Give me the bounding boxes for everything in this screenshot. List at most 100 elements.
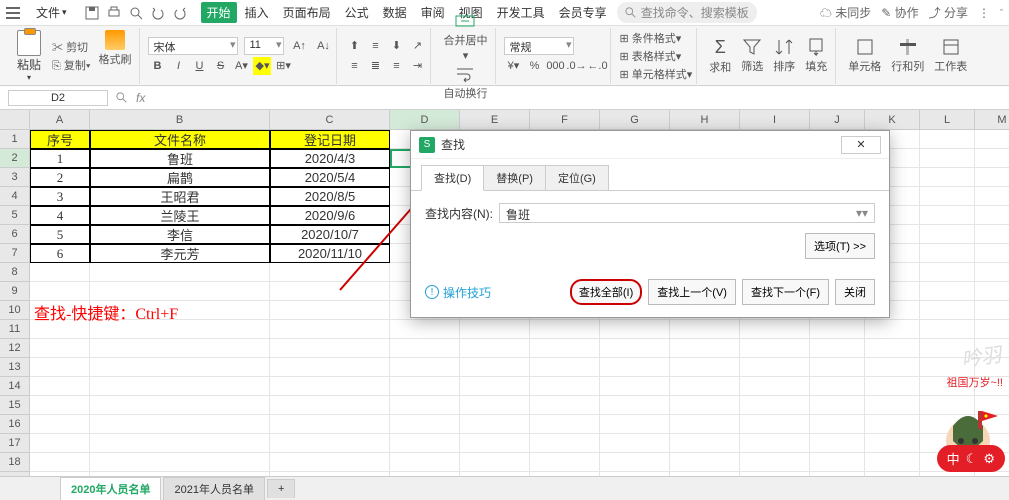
cell-L1[interactable] — [920, 130, 975, 149]
tips-link[interactable]: !操作技巧 — [425, 284, 491, 301]
cell-I18[interactable] — [740, 453, 810, 472]
cell-G16[interactable] — [600, 415, 670, 434]
cell-M5[interactable] — [975, 206, 1009, 225]
cell-B17[interactable] — [90, 434, 270, 453]
cell-J16[interactable] — [810, 415, 865, 434]
row-head-5[interactable]: 5 — [0, 206, 30, 225]
cell-A15[interactable] — [30, 396, 90, 415]
cell-B18[interactable] — [90, 453, 270, 472]
align-top[interactable]: ⬆ — [345, 37, 363, 55]
menu-tab-8[interactable]: 会员专享 — [553, 2, 613, 23]
row-head-14[interactable]: 14 — [0, 377, 30, 396]
cell-C8[interactable] — [270, 263, 390, 282]
cell-J18[interactable] — [810, 453, 865, 472]
cell-A7[interactable]: 6 — [30, 244, 90, 263]
cell-A17[interactable] — [30, 434, 90, 453]
cell-C12[interactable] — [270, 339, 390, 358]
cell-D18[interactable] — [390, 453, 460, 472]
cell-C9[interactable] — [270, 282, 390, 301]
cell-E11[interactable] — [460, 320, 530, 339]
cell-J11[interactable] — [810, 320, 865, 339]
app-menu-icon[interactable] — [6, 7, 20, 19]
cond-format[interactable]: ⊞ 条件格式▾ — [619, 30, 692, 46]
cell-K11[interactable] — [865, 320, 920, 339]
number-format[interactable]: 常规 — [504, 37, 574, 55]
close-button[interactable]: 关闭 — [835, 279, 875, 305]
cell-A3[interactable]: 2 — [30, 168, 90, 187]
cell-M6[interactable] — [975, 225, 1009, 244]
name-box[interactable]: D2 — [8, 90, 108, 106]
undo-icon[interactable] — [151, 6, 165, 20]
cell-H13[interactable] — [670, 358, 740, 377]
cell-C5[interactable]: 2020/9/6 — [270, 206, 390, 225]
cell-L7[interactable] — [920, 244, 975, 263]
sum-button[interactable]: Σ求和 — [705, 37, 735, 75]
cell-H11[interactable] — [670, 320, 740, 339]
inc-decimal[interactable]: .0→ — [567, 57, 585, 75]
cell-J15[interactable] — [810, 396, 865, 415]
row-head-17[interactable]: 17 — [0, 434, 30, 453]
increase-font[interactable]: A↑ — [290, 37, 308, 55]
fill-color[interactable]: ◆▾ — [253, 57, 271, 75]
row-head-4[interactable]: 4 — [0, 187, 30, 206]
cell-J13[interactable] — [810, 358, 865, 377]
font-size-select[interactable]: 11 — [244, 37, 284, 55]
col-head-A[interactable]: A — [30, 110, 90, 130]
cells-button[interactable]: 单元格 — [844, 37, 885, 74]
percent[interactable]: % — [525, 57, 543, 75]
col-head-J[interactable]: J — [810, 110, 865, 130]
cell-I16[interactable] — [740, 415, 810, 434]
menu-tab-2[interactable]: 页面布局 — [277, 2, 337, 23]
cell-M7[interactable] — [975, 244, 1009, 263]
add-sheet-button[interactable]: + — [267, 479, 295, 498]
cell-G15[interactable] — [600, 396, 670, 415]
sheet-tab-1[interactable]: 2021年人员名单 — [163, 477, 264, 500]
align-bot[interactable]: ⬇ — [387, 37, 405, 55]
rowcol-button[interactable]: 行和列 — [887, 37, 928, 74]
cell-E17[interactable] — [460, 434, 530, 453]
cell-C13[interactable] — [270, 358, 390, 377]
caret-icon[interactable]: ˆ — [1000, 8, 1003, 18]
cell-C11[interactable] — [270, 320, 390, 339]
cell-E13[interactable] — [460, 358, 530, 377]
cell-K13[interactable] — [865, 358, 920, 377]
decrease-font[interactable]: A↓ — [314, 37, 332, 55]
row-head-16[interactable]: 16 — [0, 415, 30, 434]
cell-A16[interactable] — [30, 415, 90, 434]
cell-B8[interactable] — [90, 263, 270, 282]
font-color[interactable]: A▾ — [232, 57, 250, 75]
file-menu[interactable]: 文件 ▾ — [28, 2, 75, 23]
cell-C2[interactable]: 2020/4/3 — [270, 149, 390, 168]
cell-G12[interactable] — [600, 339, 670, 358]
ime-badge[interactable]: 中☾⚙ — [937, 445, 1005, 472]
cell-J17[interactable] — [810, 434, 865, 453]
cell-B14[interactable] — [90, 377, 270, 396]
cell-F16[interactable] — [530, 415, 600, 434]
cell-L6[interactable] — [920, 225, 975, 244]
cell-B3[interactable]: 扁鹊 — [90, 168, 270, 187]
cell-H16[interactable] — [670, 415, 740, 434]
cell-A18[interactable] — [30, 453, 90, 472]
cell-L4[interactable] — [920, 187, 975, 206]
cell-C10[interactable] — [270, 301, 390, 320]
row-head-10[interactable]: 10 — [0, 301, 30, 320]
align-mid[interactable]: ≡ — [366, 37, 384, 55]
cell-F18[interactable] — [530, 453, 600, 472]
cell-H14[interactable] — [670, 377, 740, 396]
cell-H12[interactable] — [670, 339, 740, 358]
italic-button[interactable]: I — [169, 57, 187, 75]
row-head-1[interactable]: 1 — [0, 130, 30, 149]
cell-B16[interactable] — [90, 415, 270, 434]
cell-B7[interactable]: 李元芳 — [90, 244, 270, 263]
row-head-13[interactable]: 13 — [0, 358, 30, 377]
cell-B1[interactable]: 文件名称 — [90, 130, 270, 149]
cell-H18[interactable] — [670, 453, 740, 472]
collab-button[interactable]: ✎ 协作 — [881, 4, 918, 21]
cell-M1[interactable] — [975, 130, 1009, 149]
col-head-D[interactable]: D — [390, 110, 460, 130]
cell-A5[interactable]: 4 — [30, 206, 90, 225]
select-all-corner[interactable] — [0, 110, 30, 130]
cell-M10[interactable] — [975, 301, 1009, 320]
merge-center[interactable]: 合并居中▾ — [439, 11, 491, 62]
cell-D13[interactable] — [390, 358, 460, 377]
